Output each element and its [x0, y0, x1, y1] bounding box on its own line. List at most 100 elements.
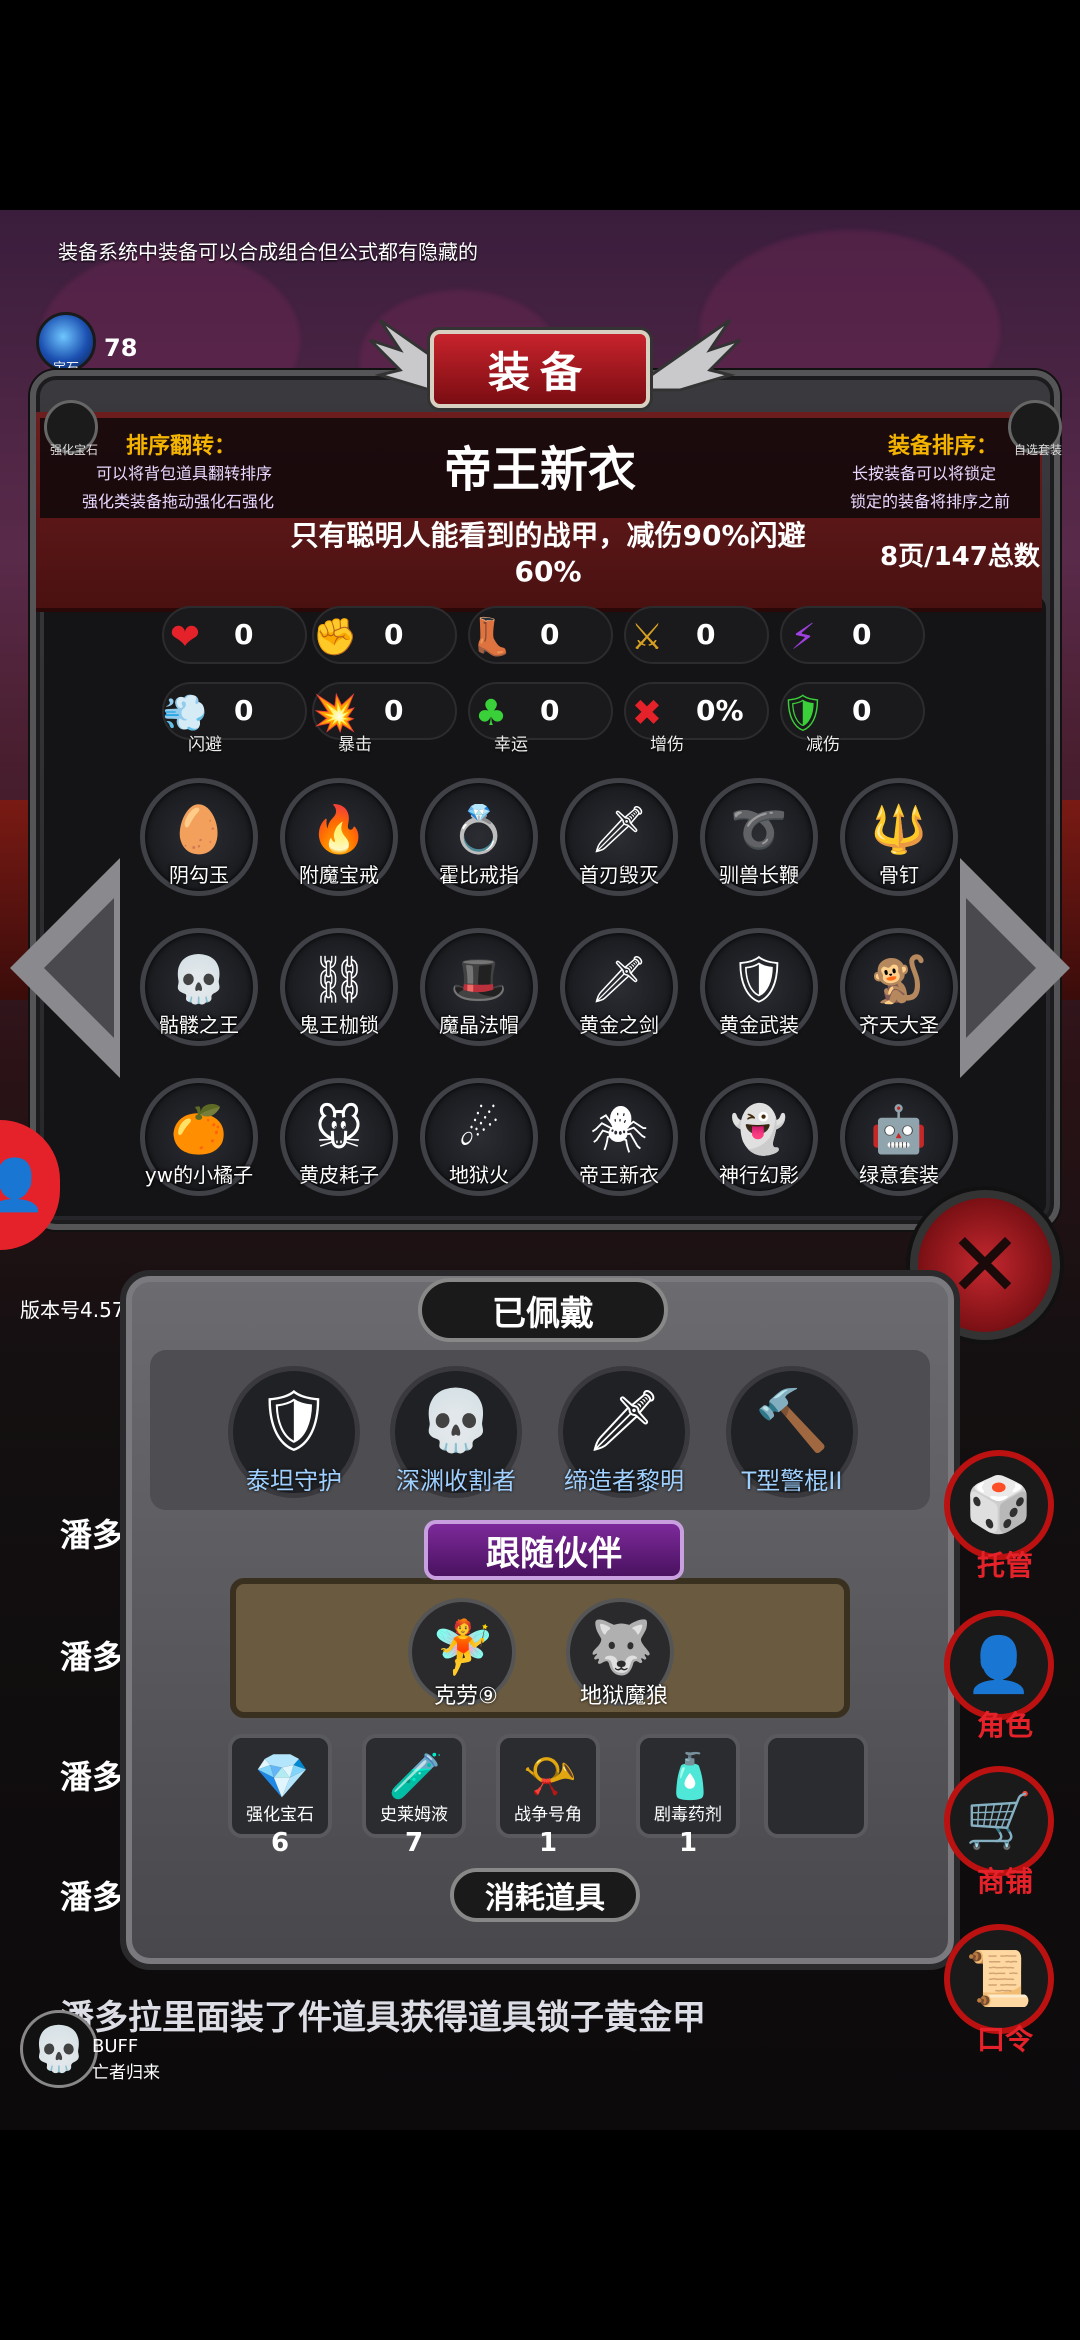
game-screen: 装备系统中装备可以合成组合但公式都有隐藏的 宝石 78 装备 强化宝石 自选套装…: [0, 0, 1080, 2340]
page-info: 8页/147总数: [880, 542, 1040, 572]
gem-currency-icon[interactable]: 宝石: [36, 312, 96, 376]
stat-value: 0: [234, 618, 254, 651]
companion-name: 克劳⑨: [434, 1684, 498, 1709]
inventory-slot[interactable]: 🤖 绿意套装: [840, 1078, 958, 1196]
heart-icon: ❤: [169, 616, 201, 658]
slime-potion-icon: 🧪: [388, 1751, 444, 1802]
companion-slot[interactable]: 🐺 地狱魔狼: [566, 1598, 674, 1709]
next-arrow-inner: [966, 898, 1036, 1038]
version-label: 版本号4.57: [20, 1298, 125, 1322]
abyss-reaper-icon: 💀: [418, 1385, 494, 1456]
consumable-slot[interactable]: 🧴 剧毒药剂 1: [636, 1734, 740, 1858]
equip-sort-line1: 长按装备可以将锁定: [852, 464, 997, 483]
inventory-slot[interactable]: 🗡 首刃毁灭: [560, 778, 678, 896]
stat-label: 暴击: [338, 735, 372, 755]
inventory-slot[interactable]: 🔱 骨钉: [840, 778, 958, 896]
inventory-item-name: 齐天大圣: [859, 1013, 939, 1037]
inventory-item-name: 附魔宝戒: [299, 863, 379, 887]
golden-sword-icon: 🗡: [589, 951, 649, 1006]
inventory-slot[interactable]: 👻 神行幻影: [700, 1078, 818, 1196]
poison-potion-icon: 🧴: [662, 1751, 718, 1802]
companion-title: 跟随伙伴: [424, 1520, 684, 1580]
inventory-item-name: 黄皮耗子: [299, 1163, 379, 1187]
buff-label: BUFF: [92, 2036, 139, 2057]
companion-slot[interactable]: 🧚 克劳⑨: [408, 1598, 516, 1709]
stat-value: 0: [540, 694, 560, 727]
side-name-item: 潘多: [60, 1516, 125, 1554]
inventory-slot[interactable]: 💍 霍比戒指: [420, 778, 538, 896]
consumable-name: 剧毒药剂: [654, 1805, 722, 1825]
inventory-item-name: 霍比戒指: [439, 863, 519, 887]
buff-skull-icon[interactable]: 💀: [20, 2010, 98, 2088]
right-menu-button[interactable]: 🛒 商铺: [944, 1766, 1054, 1898]
emperor-clothes-icon: 🕷: [589, 1101, 649, 1156]
phantom-icon: 👻: [730, 1101, 788, 1156]
upgrade-gem-icon: 💎: [254, 1751, 310, 1802]
secondary-stat-1: 💥 0 暴击: [312, 682, 457, 755]
boot-icon: 👢: [468, 617, 514, 658]
equipped-slot[interactable]: 🛡 泰坦守护: [228, 1366, 360, 1498]
shop-icon: 🛒: [965, 1789, 1033, 1852]
side-name-item: 潘多: [60, 1758, 125, 1796]
companion-bar: [230, 1578, 850, 1718]
inventory-slot[interactable]: ➰ 驯兽长鞭: [700, 778, 818, 896]
auto-suit-shortcut-label: 自选套装: [1013, 443, 1062, 457]
primary-stat-1: ✊ 0: [312, 606, 457, 664]
whip-icon: ➰: [730, 801, 788, 856]
equipped-item-name: 深渊收割者: [396, 1467, 516, 1495]
stat-label: 闪避: [188, 735, 222, 755]
event-ticker: 潘多拉里面装了件道具获得道具锁子黄金甲: [60, 1998, 706, 2038]
consumable-slot[interactable]: 📯 战争号角 1: [496, 1734, 600, 1858]
consumable-slot[interactable]: 🧪 史莱姆液 7: [362, 1734, 466, 1858]
inventory-slot[interactable]: 🍊 yw的小橘子: [140, 1078, 258, 1196]
upgrade-gem-shortcut-icon[interactable]: 强化宝石: [44, 400, 98, 457]
consumable-slot[interactable]: 💎 强化宝石 6: [228, 1734, 332, 1858]
inventory-slot[interactable]: 🥚 阴勾玉: [140, 778, 258, 896]
prev-arrow-inner: [44, 898, 114, 1038]
equip-sort-title[interactable]: 装备排序：: [888, 428, 998, 460]
inventory-item-name: 黄金武装: [719, 1013, 799, 1037]
right-menu-button[interactable]: 👤 角色: [944, 1610, 1054, 1742]
lightning-icon: ⚡: [790, 616, 816, 658]
inventory-slot[interactable]: 🎩 魔晶法帽: [420, 928, 538, 1046]
strength-icon: ✊: [312, 617, 358, 658]
inventory-slot[interactable]: ☄ 地狱火: [420, 1078, 538, 1196]
equipped-slot[interactable]: 🗡 缔造者黎明: [558, 1366, 690, 1498]
hint-text: 装备系统中装备可以合成组合但公式都有隐藏的: [58, 240, 478, 264]
inventory-item-name: 首刃毁灭: [579, 863, 659, 887]
inventory-slot[interactable]: 🐒 齐天大圣: [840, 928, 958, 1046]
inventory-slot[interactable]: 🐭 黄皮耗子: [280, 1078, 398, 1196]
right-menu-button[interactable]: 📜 口令: [944, 1924, 1054, 2056]
secondary-stat-3: ✖ 0% 增伤: [624, 682, 769, 755]
inventory-slot[interactable]: 🗡 黄金之剑: [560, 928, 678, 1046]
inventory-slot[interactable]: 💀 骷髅之王: [140, 928, 258, 1046]
right-menu-button[interactable]: 🎲 托管: [944, 1450, 1054, 1582]
consumable-name: 史莱姆液: [380, 1805, 448, 1825]
side-name-item: 潘多: [60, 1878, 125, 1916]
sort-flip-line1: 可以将背包道具翻转排序: [96, 464, 273, 483]
secondary-stat-0: 💨 0 闪避: [162, 682, 307, 755]
baton-icon: 🔨: [754, 1385, 830, 1456]
consumable-name: 强化宝石: [246, 1805, 314, 1825]
auto-suit-shortcut-icon[interactable]: 自选套装: [1008, 400, 1062, 457]
consumable-count: 1: [678, 1828, 698, 1858]
stat-value: 0: [234, 694, 254, 727]
wizard-hat-icon: 🎩: [450, 951, 508, 1006]
inventory-slot[interactable]: ⛓ 鬼王枷锁: [280, 928, 398, 1046]
consumable-count: 1: [538, 1828, 558, 1858]
stat-value: 0: [384, 694, 404, 727]
hell-wolf-icon: 🐺: [588, 1617, 654, 1678]
consumable-count: 6: [270, 1828, 290, 1858]
sort-flip-title[interactable]: 排序翻转：: [126, 428, 236, 460]
stat-value: 0: [384, 618, 404, 651]
inventory-slot[interactable]: 🕷 帝王新衣: [560, 1078, 678, 1196]
inventory-slot[interactable]: 🔥 附魔宝戒: [280, 778, 398, 896]
creator-dawn-icon: 🗡: [585, 1385, 663, 1456]
equipped-slot[interactable]: 💀 深渊收割者: [390, 1366, 522, 1498]
empty-consumable-slot[interactable]: [764, 1734, 868, 1838]
inventory-slot[interactable]: 🛡 黄金武装: [700, 928, 818, 1046]
right-menu-label: 商铺: [976, 1865, 1033, 1898]
green-suit-icon: 🤖: [870, 1101, 928, 1156]
golden-armor-icon: 🛡: [729, 951, 789, 1006]
equipped-slot[interactable]: 🔨 T型警棍II: [726, 1366, 858, 1498]
